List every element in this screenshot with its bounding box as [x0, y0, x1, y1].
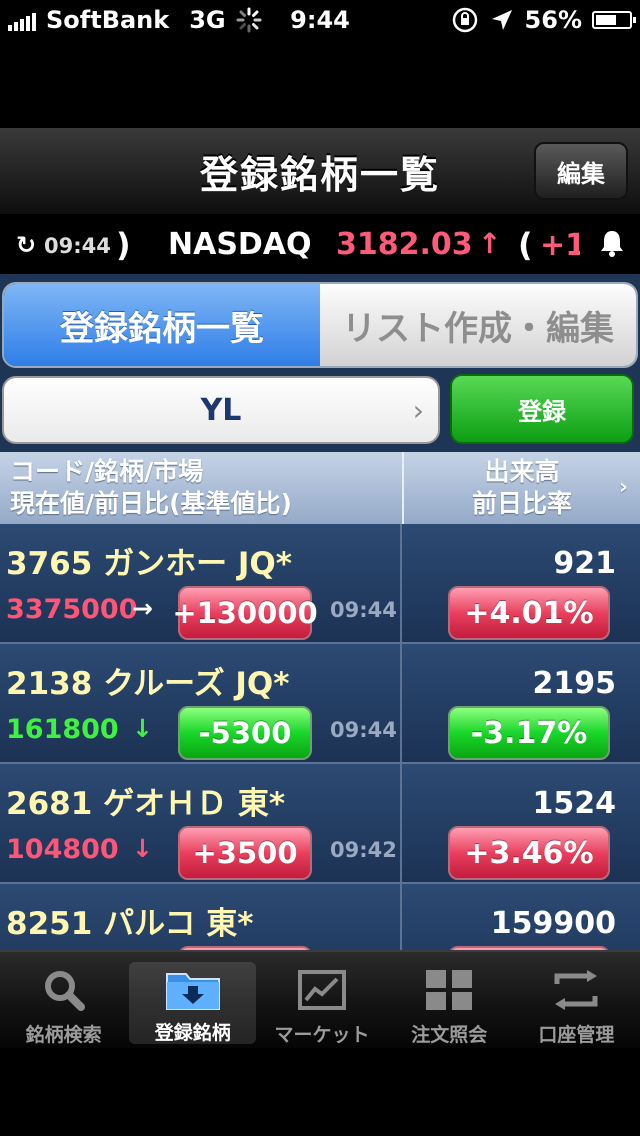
- tab-account[interactable]: 口座管理: [513, 952, 640, 1048]
- tab-stock-search[interactable]: 銘柄検索: [0, 952, 127, 1048]
- location-icon: [491, 10, 512, 30]
- edit-button[interactable]: 編集: [534, 142, 628, 200]
- change-rate-badge: +4.01%: [448, 586, 610, 640]
- tab-label: マーケット: [274, 1024, 370, 1046]
- stock-price: 161800: [6, 714, 119, 745]
- stock-title: 3765 ガンホー JQ*: [6, 546, 292, 582]
- navigation-bar: 登録銘柄一覧 編集: [0, 128, 640, 216]
- ticker-time: 09:44: [44, 234, 111, 258]
- tab-bar: 銘柄検索 登録銘柄 マーケット 注文照会 口座管理: [0, 950, 640, 1048]
- grid-icon: [420, 966, 478, 1014]
- price-arrow-icon: ↓: [132, 834, 153, 863]
- battery-percent: 56%: [524, 6, 582, 34]
- update-time: 09:42: [330, 838, 397, 862]
- row-divider: [400, 884, 402, 950]
- transfer-icon: [547, 966, 605, 1014]
- table-row[interactable]: 8251 パルコ 東* 159900: [0, 884, 640, 950]
- bell-icon[interactable]: [598, 228, 626, 265]
- ticker-change: +1: [540, 228, 580, 263]
- page-title: 登録銘柄一覧: [199, 152, 440, 197]
- tab-label: 銘柄検索: [25, 1024, 102, 1046]
- ticker-index-name: NASDAQ: [168, 227, 312, 262]
- update-time: 09:44: [330, 718, 397, 742]
- stock-price: 104800: [6, 834, 119, 865]
- ticker-paren: ): [116, 226, 131, 264]
- row-divider: [400, 524, 402, 642]
- index-ticker[interactable]: ↻ 09:44 ) NASDAQ 3182.03 ↑ ( +1: [0, 216, 640, 274]
- chevron-right-icon: ›: [412, 394, 424, 427]
- list-selector[interactable]: YL ›: [2, 376, 440, 444]
- refresh-icon[interactable]: ↻: [16, 231, 36, 259]
- list-name: YL: [200, 392, 242, 428]
- price-arrow-icon: →: [132, 594, 153, 623]
- register-button[interactable]: 登録: [450, 374, 634, 444]
- stock-list: 3765 ガンホー JQ* 3375000 → +130000 09:44 92…: [0, 524, 640, 950]
- ticker-index-value: 3182.03: [336, 227, 473, 262]
- table-row[interactable]: 2138 クルーズ JQ* 161800 ↓ -5300 09:44 2195 …: [0, 644, 640, 764]
- update-time: 09:44: [330, 598, 397, 622]
- volume: 1524: [532, 786, 617, 821]
- table-row[interactable]: 3765 ガンホー JQ* 3375000 → +130000 09:44 92…: [0, 524, 640, 644]
- row-divider: [400, 764, 402, 882]
- header-price-change: 現在値/前日比(基準値比): [10, 489, 292, 518]
- tab-order-inquiry[interactable]: 注文照会: [386, 952, 513, 1048]
- change-badge: +130000: [172, 586, 318, 640]
- change-badge: -5300: [178, 706, 312, 760]
- stock-price: 3375000: [6, 594, 138, 625]
- stock-title: 2681 ゲオＨＤ 東*: [6, 786, 286, 822]
- folder-download-icon: [164, 966, 222, 1012]
- battery-icon: [592, 11, 636, 29]
- tab-market[interactable]: マーケット: [258, 952, 385, 1048]
- header-left: コード/銘柄/市場 現在値/前日比(基準値比): [10, 456, 292, 520]
- price-arrow-icon: ↓: [132, 714, 153, 743]
- change-rate-badge: -3.17%: [448, 706, 610, 760]
- main-content: 登録銘柄一覧 リスト作成・編集 YL › 登録 コード/銘柄/市場 現在値/前日…: [0, 274, 640, 950]
- status-right: 56%: [451, 6, 636, 34]
- segment-list-edit[interactable]: リスト作成・編集: [320, 284, 636, 366]
- change-rate-badge: +3.46%: [448, 826, 610, 880]
- tab-label: 登録銘柄: [154, 1022, 231, 1044]
- rotation-lock-icon: [452, 7, 477, 33]
- stock-title: 2138 クルーズ JQ*: [6, 666, 290, 702]
- change-badge: +3500: [178, 826, 312, 880]
- header-volume: 出来高: [484, 457, 560, 486]
- tab-label: 口座管理: [538, 1024, 615, 1046]
- ticker-up-arrow-icon: ↑: [478, 227, 502, 260]
- stock-title: 8251 パルコ 東*: [6, 906, 254, 942]
- segment-registered-list[interactable]: 登録銘柄一覧: [4, 284, 320, 366]
- status-bar: SoftBank 3G 9:44 56%: [0, 0, 640, 40]
- table-header: コード/銘柄/市場 現在値/前日比(基準値比) 出来高 前日比率 ›: [0, 452, 640, 524]
- volume: 2195: [532, 666, 617, 701]
- tab-label: 注文照会: [411, 1024, 488, 1046]
- ticker-paren-open: (: [518, 226, 533, 264]
- header-change-rate: 前日比率: [471, 489, 572, 518]
- volume: 921: [553, 546, 616, 581]
- chart-icon: [293, 966, 351, 1014]
- volume: 159900: [490, 906, 616, 941]
- header-code-name-market: コード/銘柄/市場: [10, 457, 204, 486]
- table-row[interactable]: 2681 ゲオＨＤ 東* 104800 ↓ +3500 09:42 1524 +…: [0, 764, 640, 884]
- row-divider: [400, 644, 402, 762]
- header-right[interactable]: 出来高 前日比率 ›: [402, 452, 640, 524]
- tab-registered-stocks[interactable]: 登録銘柄: [129, 962, 257, 1044]
- segmented-control: 登録銘柄一覧 リスト作成・編集: [2, 282, 638, 368]
- chevron-right-icon: ›: [618, 475, 628, 500]
- search-icon: [35, 966, 93, 1014]
